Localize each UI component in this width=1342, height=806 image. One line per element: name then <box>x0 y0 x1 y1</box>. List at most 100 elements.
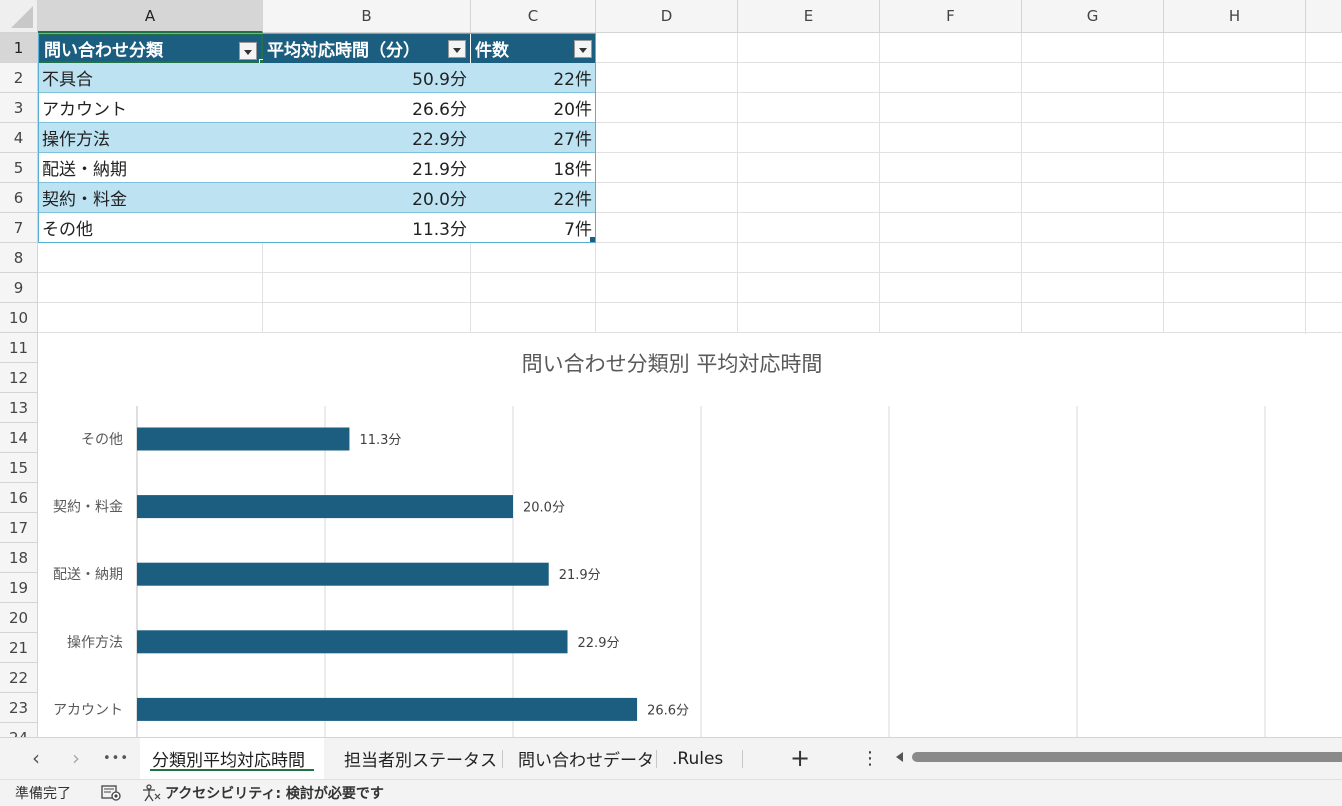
filter-dropdown-button[interactable] <box>239 42 257 60</box>
chevron-right-icon[interactable]: › <box>62 744 90 772</box>
chevron-down-icon <box>453 47 461 53</box>
chart-bar[interactable] <box>137 562 549 586</box>
column-header-b[interactable]: B <box>263 0 471 33</box>
row-header-19[interactable]: 19 <box>0 573 38 603</box>
gridline <box>879 33 880 333</box>
row-header-23[interactable]: 23 <box>0 693 38 723</box>
row-header-17[interactable]: 17 <box>0 513 38 543</box>
row-header-1[interactable]: 1 <box>0 33 38 63</box>
tab-options-icon[interactable]: ⋮ <box>856 744 884 772</box>
chart-bar[interactable] <box>137 495 513 519</box>
row-header-4[interactable]: 4 <box>0 123 38 153</box>
tab-separator <box>502 750 503 768</box>
table-cell[interactable]: 7件 <box>471 213 596 243</box>
macro-record-icon[interactable] <box>101 780 121 806</box>
row-header-5[interactable]: 5 <box>0 153 38 183</box>
chart-data-label: 22.9分 <box>578 636 620 651</box>
table-cell[interactable]: その他 <box>38 213 263 243</box>
row-header-18[interactable]: 18 <box>0 543 38 573</box>
table-cell[interactable]: 18件 <box>471 153 596 183</box>
chart-bar[interactable] <box>137 697 638 721</box>
row-header-2[interactable]: 2 <box>0 63 38 93</box>
chart-category-label: アカウント <box>53 702 123 718</box>
chart-data-label: 21.9分 <box>559 568 601 583</box>
column-header-c[interactable]: C <box>471 0 596 33</box>
row-header-10[interactable]: 10 <box>0 303 38 333</box>
table-cell[interactable]: 20件 <box>471 93 596 123</box>
accessibility-checker[interactable]: アクセシビリティ: 検討が必要です <box>141 780 384 806</box>
table-header-avg-time[interactable]: 平均対応時間（分） <box>263 33 471 63</box>
row-header-3[interactable]: 3 <box>0 93 38 123</box>
column-header-e[interactable]: E <box>738 0 880 33</box>
table-cell[interactable]: 21.9分 <box>263 153 471 183</box>
row-header-16[interactable]: 16 <box>0 483 38 513</box>
tab-label: 担当者別ステータス <box>344 751 497 771</box>
filter-dropdown-button[interactable] <box>574 40 592 58</box>
table-cell[interactable]: 不具合 <box>38 63 263 93</box>
worksheet[interactable]: A B C D E F G H 1 2 3 4 5 6 7 8 9 10 11 … <box>0 0 1342 737</box>
row-header-20[interactable]: 20 <box>0 603 38 633</box>
add-sheet-icon[interactable]: + <box>786 744 814 772</box>
tab-label: .Rules <box>672 748 724 769</box>
column-header-h[interactable]: H <box>1164 0 1306 33</box>
tab-inquiry-data[interactable]: 問い合わせデータ <box>506 738 666 779</box>
horizontal-scrollbar-thumb[interactable] <box>912 752 1342 762</box>
table-cell[interactable]: 27件 <box>471 123 596 153</box>
table-cell[interactable]: 20.0分 <box>263 183 471 213</box>
row-header-24[interactable]: 24 <box>0 723 38 737</box>
sheet-tab-bar: ‹ › ••• 分類別平均対応時間 担当者別ステータス 問い合わせデータ .Ru… <box>0 737 1342 779</box>
table-header-label: 平均対応時間（分） <box>267 40 420 61</box>
row-header-15[interactable]: 15 <box>0 453 38 483</box>
row-header-9[interactable]: 9 <box>0 273 38 303</box>
table-cell[interactable]: 22.9分 <box>263 123 471 153</box>
table-cell[interactable]: 配送・納期 <box>38 153 263 183</box>
gridline <box>38 302 1342 303</box>
chevron-down-icon <box>244 49 252 55</box>
table-cell[interactable]: 26.6分 <box>263 93 471 123</box>
column-header-a[interactable]: A <box>38 0 263 33</box>
chart-bar[interactable] <box>137 630 568 654</box>
table-header-count[interactable]: 件数 <box>471 33 596 63</box>
table-cell[interactable]: 契約・料金 <box>38 183 263 213</box>
accessibility-status-text: アクセシビリティ: 検討が必要です <box>165 786 384 802</box>
gridline <box>1163 33 1164 333</box>
row-header-11[interactable]: 11 <box>0 333 38 363</box>
tab-category-avg-time[interactable]: 分類別平均対応時間 <box>140 738 324 779</box>
row-header-21[interactable]: 21 <box>0 633 38 663</box>
select-all-corner[interactable] <box>0 0 38 33</box>
chevron-down-icon <box>579 47 587 53</box>
row-header-12[interactable]: 12 <box>0 363 38 393</box>
table-resize-handle[interactable] <box>590 237 595 242</box>
table-header-label: 問い合わせ分類 <box>44 40 163 61</box>
row-header-8[interactable]: 8 <box>0 243 38 273</box>
status-ready: 準備完了 <box>15 786 71 802</box>
gridline <box>737 33 738 333</box>
column-header-g[interactable]: G <box>1022 0 1164 33</box>
chart-category-label: その他 <box>81 432 123 448</box>
scroll-left-icon[interactable] <box>896 752 903 762</box>
active-tab-underline <box>150 769 314 771</box>
more-sheets-icon[interactable]: ••• <box>102 744 130 772</box>
table-cell[interactable]: 11.3分 <box>263 213 471 243</box>
row-header-13[interactable]: 13 <box>0 393 38 423</box>
table-cell[interactable]: 22件 <box>471 63 596 93</box>
bar-chart[interactable]: 問い合わせ分類別 平均対応時間 その他 契約・料金 配送・納期 操作方法 アカウント 1… <box>38 334 1306 737</box>
table-header-category[interactable]: 問い合わせ分類 <box>38 33 263 63</box>
column-header-d[interactable]: D <box>596 0 738 33</box>
table-cell[interactable]: 操作方法 <box>38 123 263 153</box>
row-header-14[interactable]: 14 <box>0 423 38 453</box>
table-cell[interactable]: 22件 <box>471 183 596 213</box>
row-header-7[interactable]: 7 <box>0 213 38 243</box>
row-header-22[interactable]: 22 <box>0 663 38 693</box>
column-header-i[interactable] <box>1306 0 1342 33</box>
table-cell[interactable]: 50.9分 <box>263 63 471 93</box>
filter-dropdown-button[interactable] <box>448 40 466 58</box>
row-header-6[interactable]: 6 <box>0 183 38 213</box>
table-cell[interactable]: アカウント <box>38 93 263 123</box>
chart-category-label: 契約・料金 <box>53 500 123 516</box>
column-header-f[interactable]: F <box>880 0 1022 33</box>
tab-rules[interactable]: .Rules <box>660 738 735 779</box>
chevron-left-icon[interactable]: ‹ <box>22 744 50 772</box>
tab-staff-status[interactable]: 担当者別ステータス <box>332 738 509 779</box>
chart-bar[interactable] <box>137 427 350 451</box>
